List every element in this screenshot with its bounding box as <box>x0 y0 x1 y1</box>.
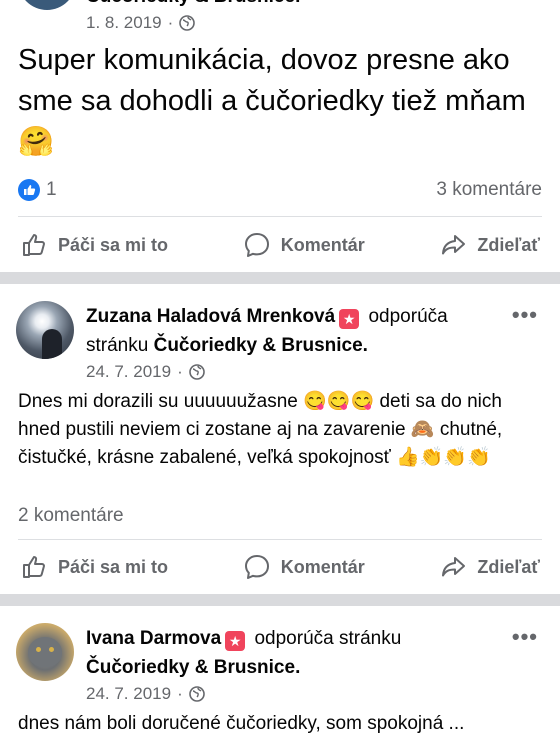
globe-icon <box>188 364 205 380</box>
divider <box>18 539 542 540</box>
like-button[interactable]: Páči sa mi to <box>20 553 168 581</box>
yum-face-emoji: 😋😋😋 <box>303 391 375 412</box>
more-options-button[interactable]: ••• <box>512 624 538 650</box>
more-options-button[interactable]: ••• <box>512 302 538 328</box>
share-arrow-icon <box>442 557 466 577</box>
post-headline: Zuzana Haladová Mrenková ★ odporúča strán… <box>86 302 490 360</box>
post-separator <box>0 272 560 284</box>
see-no-evil-monkey-emoji: 🙈 <box>410 419 435 440</box>
comment-button[interactable]: Komentár <box>243 231 365 259</box>
comments-count[interactable]: 2 komentáre <box>18 505 124 527</box>
globe-icon <box>179 15 196 31</box>
action-bar: Páči sa mi to Komentár Zdieľať <box>0 545 560 589</box>
post-counts: 2 komentáre <box>18 502 542 530</box>
post-meta: 1. 8. 2019 · <box>86 13 196 33</box>
like-button[interactable]: Páči sa mi to <box>20 231 168 259</box>
post-date[interactable]: 24. 7. 2019 <box>86 362 171 382</box>
comments-count[interactable]: 3 komentáre <box>436 179 542 201</box>
page-link[interactable]: Čučoriedky & Brusnice. <box>154 335 368 356</box>
post-date[interactable]: 24. 7. 2019 <box>86 684 171 704</box>
share-button[interactable]: Zdieľať <box>439 553 540 581</box>
author-name[interactable]: Ivana Darmova <box>86 628 221 649</box>
share-button[interactable]: Zdieľať <box>439 231 540 259</box>
post-card-1: Čučoriedky & Brusnice. 1. 8. 2019 · Supe… <box>0 0 560 270</box>
post-meta: 24. 7. 2019 · <box>86 684 205 704</box>
post-date[interactable]: 1. 8. 2019 <box>86 13 162 33</box>
page-link[interactable]: Čučoriedky & Brusnice. <box>86 657 300 678</box>
recommend-star-icon: ★ <box>339 309 360 329</box>
post-card-2: Zuzana Haladová Mrenková ★ odporúča strán… <box>0 284 560 592</box>
post-counts: 1 3 komentáre <box>18 176 542 204</box>
thumbs-up-icon <box>23 234 45 256</box>
share-arrow-icon <box>442 235 466 255</box>
recommend-verb: odporúča stránku <box>254 628 402 649</box>
post-card-3: Ivana Darmova ★ odporúča stránku Čučoried… <box>0 606 560 744</box>
hugging-face-emoji: 🤗 <box>18 126 55 158</box>
avatar[interactable] <box>16 623 74 681</box>
avatar[interactable] <box>16 301 74 359</box>
avatar[interactable] <box>18 0 76 10</box>
thumbs-up-icon <box>23 556 45 578</box>
comment-bubble-icon <box>244 555 269 579</box>
comment-bubble-icon <box>244 233 269 257</box>
globe-icon <box>188 686 205 702</box>
post-separator <box>0 594 560 606</box>
page-name-partial: Čučoriedky & Brusnice. <box>86 0 300 8</box>
thumbs-up-clapping-emoji: 👍👏👏👏 <box>396 447 491 468</box>
post-text: dnes nám boli doručené čučoriedky, som s… <box>18 713 465 734</box>
post-meta: 24. 7. 2019 · <box>86 362 205 382</box>
like-reaction-icon <box>18 179 40 201</box>
like-count[interactable]: 1 <box>18 179 57 201</box>
divider <box>18 216 542 217</box>
post-headline: Ivana Darmova ★ odporúča stránku Čučoried… <box>86 624 490 682</box>
author-name[interactable]: Zuzana Haladová Mrenková <box>86 306 335 327</box>
action-bar: Páči sa mi to Komentár Zdieľať <box>0 223 560 267</box>
post-text: Super komunikácia, dovoz presne ako sme … <box>18 40 542 163</box>
recommend-star-icon: ★ <box>225 631 246 651</box>
post-text: Dnes mi dorazili su uuuuuužasne 😋😋😋 deti… <box>18 388 542 472</box>
comment-button[interactable]: Komentár <box>243 553 365 581</box>
